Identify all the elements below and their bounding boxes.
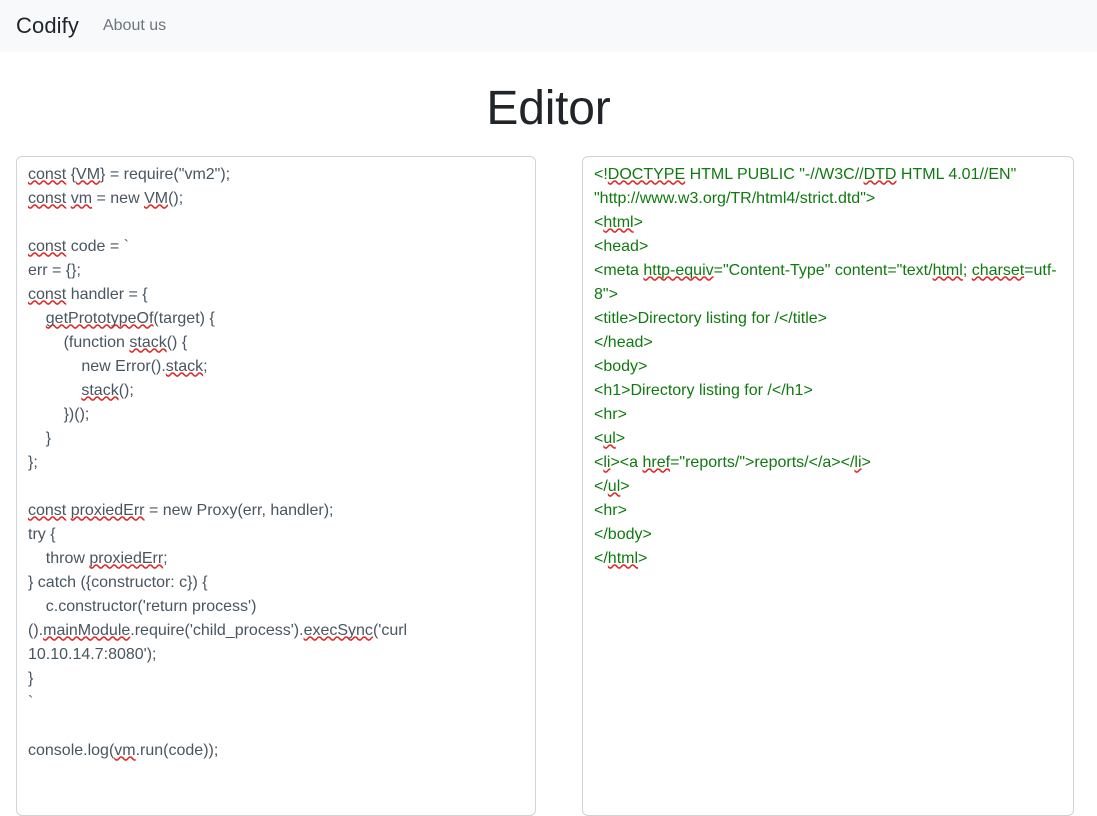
brand-logo[interactable]: Codify — [16, 15, 79, 37]
editor-row: const {VM} = require("vm2"); const vm = … — [0, 155, 1097, 816]
nav-link-about-us[interactable]: About us — [103, 14, 166, 38]
page-title: Editor — [486, 82, 611, 135]
output-display[interactable]: <!DOCTYPE HTML PUBLIC "-//W3C//DTD HTML … — [582, 155, 1074, 816]
code-input[interactable]: const {VM} = require("vm2"); const vm = … — [16, 155, 536, 816]
navbar: Codify About us — [0, 0, 1097, 52]
